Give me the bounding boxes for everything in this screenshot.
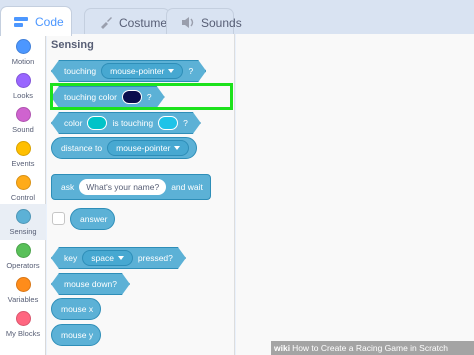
block-text: key (64, 253, 78, 263)
category-label: My Blocks (5, 329, 41, 338)
tab-costumes[interactable]: Costumes (84, 8, 174, 36)
watermark-brand: wiki (274, 343, 291, 353)
block-text: mouse y (61, 330, 94, 340)
mouse-down-block[interactable]: mouse down? (51, 273, 130, 295)
chevron-down-icon (174, 146, 181, 150)
block-text: mouse x (61, 304, 94, 314)
color-touching-color-block[interactable]: color is touching ? (51, 112, 201, 134)
mouse-y-block[interactable]: mouse y (51, 324, 102, 346)
category-my-blocks[interactable]: My Blocks (0, 308, 46, 342)
block-text: ? (183, 118, 188, 128)
category-dot-icon (15, 209, 31, 224)
category-label: Sensing (9, 227, 37, 236)
block-text: distance to (61, 143, 103, 153)
category-control[interactable]: Control (0, 172, 46, 206)
category-dot-icon (15, 277, 31, 292)
category-label: Operators (6, 261, 40, 270)
mouse-x-block[interactable]: mouse x (51, 298, 102, 320)
block-text: ? (188, 66, 194, 76)
category-menu: Motion Looks Sound Events Control Sensin… (0, 34, 46, 355)
block-text: and wait (171, 182, 203, 192)
code-icon (14, 16, 28, 27)
touching-block[interactable]: touching mouse-pointer ? (51, 60, 206, 82)
category-sensing[interactable]: Sensing (0, 204, 46, 240)
dropdown-value: space (91, 253, 114, 263)
key-pressed-block[interactable]: key space pressed? (51, 247, 186, 269)
block-text: touching (64, 66, 97, 76)
category-sound[interactable]: Sound (0, 104, 46, 138)
category-label: Sound (12, 125, 34, 134)
dropdown-value: mouse-pointer (110, 66, 165, 76)
watermark-text: How to Create a Racing Game in Scratch (292, 343, 448, 353)
distance-to-block[interactable]: distance to mouse-pointer (51, 137, 198, 159)
code-workspace[interactable] (236, 34, 474, 355)
category-dot-icon (15, 39, 31, 54)
category-label: Events (11, 159, 35, 168)
touching-dropdown[interactable]: mouse-pointer (101, 63, 183, 79)
category-dot-icon (15, 311, 31, 326)
category-dot-icon (15, 175, 31, 190)
highlight-box (50, 83, 233, 110)
ask-text-input[interactable]: What's your name? (79, 179, 167, 195)
block-text: pressed? (137, 253, 173, 263)
palette-title: Sensing (51, 39, 94, 51)
color-swatch[interactable] (158, 116, 178, 130)
speaker-icon (182, 17, 194, 28)
category-motion[interactable]: Motion (0, 36, 46, 70)
category-dot-icon (15, 243, 31, 258)
block-text: color (64, 118, 83, 128)
distance-dropdown[interactable]: mouse-pointer (107, 140, 190, 156)
block-text: ask (61, 182, 75, 192)
category-label: Looks (12, 91, 33, 100)
category-looks[interactable]: Looks (0, 70, 46, 104)
category-variables[interactable]: Variables (0, 274, 46, 308)
tab-sounds[interactable]: Sounds (166, 8, 242, 36)
chevron-down-icon (168, 69, 174, 73)
tab-label: Code (35, 14, 64, 29)
category-operators[interactable]: Operators (0, 240, 46, 274)
category-label: Motion (11, 57, 35, 66)
category-events[interactable]: Events (0, 138, 46, 172)
tab-label: Costumes (119, 15, 174, 30)
category-dot-icon (15, 73, 31, 88)
editor-tabs: Costumes Sounds Code (0, 0, 474, 36)
answer-block[interactable]: answer (70, 208, 116, 230)
tab-code[interactable]: Code (0, 6, 72, 36)
category-dot-icon (15, 107, 31, 122)
brush-icon (101, 17, 112, 29)
tab-label: Sounds (201, 15, 242, 30)
dropdown-value: mouse-pointer (116, 143, 171, 153)
category-label: Control (10, 193, 36, 202)
ask-and-wait-block[interactable]: ask What's your name? and wait (51, 174, 211, 200)
block-text: mouse down? (64, 279, 117, 289)
category-label: Variables (7, 295, 39, 304)
category-dot-icon (15, 141, 31, 156)
color-swatch[interactable] (87, 116, 107, 130)
block-text: is touching (112, 118, 154, 128)
watermark: wiki How to Create a Racing Game in Scra… (271, 341, 474, 355)
chevron-down-icon (118, 256, 124, 260)
answer-checkbox[interactable] (52, 212, 65, 225)
block-text: answer (80, 214, 108, 224)
key-dropdown[interactable]: space (82, 250, 133, 266)
